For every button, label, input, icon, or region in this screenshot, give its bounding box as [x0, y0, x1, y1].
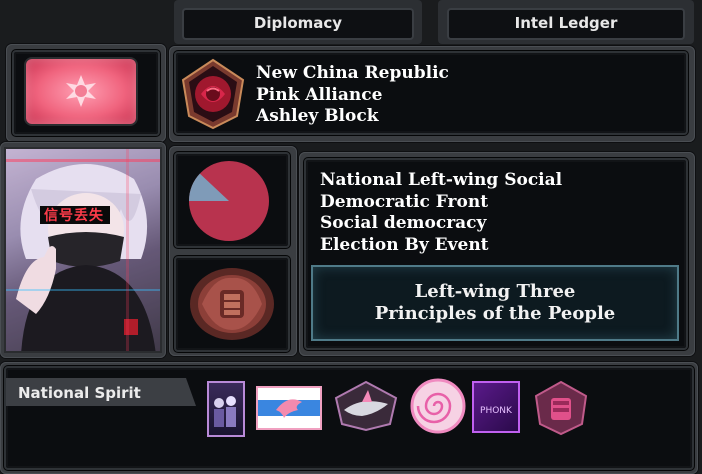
- dove-banner-icon[interactable]: [256, 386, 322, 430]
- party-name-line2: Democratic Front: [320, 191, 489, 212]
- leader-portrait[interactable]: 信号丢失: [4, 147, 162, 353]
- svg-text:PHONK: PHONK: [480, 406, 513, 416]
- ideology-group-line2: Principles of the People: [374, 303, 616, 324]
- faction-emblem[interactable]: [181, 58, 245, 130]
- popularity-pie-chart: [189, 161, 269, 241]
- national-spirit-title: National Spirit: [6, 378, 196, 406]
- popularity-pie[interactable]: [188, 160, 270, 242]
- country-flag[interactable]: [26, 59, 136, 124]
- party-emblem[interactable]: [184, 264, 280, 344]
- party-election: Election By Event: [320, 234, 489, 255]
- tab-diplomacy[interactable]: Diplomacy: [182, 8, 414, 40]
- party-name-line1: National Left-wing Social: [320, 170, 563, 190]
- country-info-text: New China Republic Pink Alliance Ashley …: [256, 63, 449, 128]
- shark-emblem-icon[interactable]: [332, 380, 400, 432]
- pink-spiral-icon[interactable]: [410, 378, 466, 434]
- anime-group-icon[interactable]: [207, 381, 245, 437]
- party-ideology: Social democracy: [320, 213, 487, 233]
- country-name: New China Republic: [256, 63, 449, 83]
- portrait-banner-text: 信号丢失: [44, 208, 104, 224]
- leader-name: Ashley Block: [256, 106, 379, 126]
- flag-emblem-icon: [66, 75, 96, 107]
- portrait-figure: [6, 149, 160, 351]
- rose-fist-emblem-icon: [190, 268, 274, 340]
- faction-name: Pink Alliance: [256, 84, 383, 105]
- party-info-text: National Left-wing Social Democratic Fro…: [320, 170, 562, 256]
- fist-emblem-icon[interactable]: [534, 380, 588, 436]
- ideology-group-line1: Left-wing Three: [414, 281, 576, 302]
- phonk-icon[interactable]: PHONK: [472, 381, 520, 433]
- rose-badge-icon: [181, 58, 245, 130]
- tab-intel-ledger[interactable]: Intel Ledger: [447, 8, 685, 40]
- ideology-group-box[interactable]: Left-wing Three Principles of the People: [311, 265, 679, 341]
